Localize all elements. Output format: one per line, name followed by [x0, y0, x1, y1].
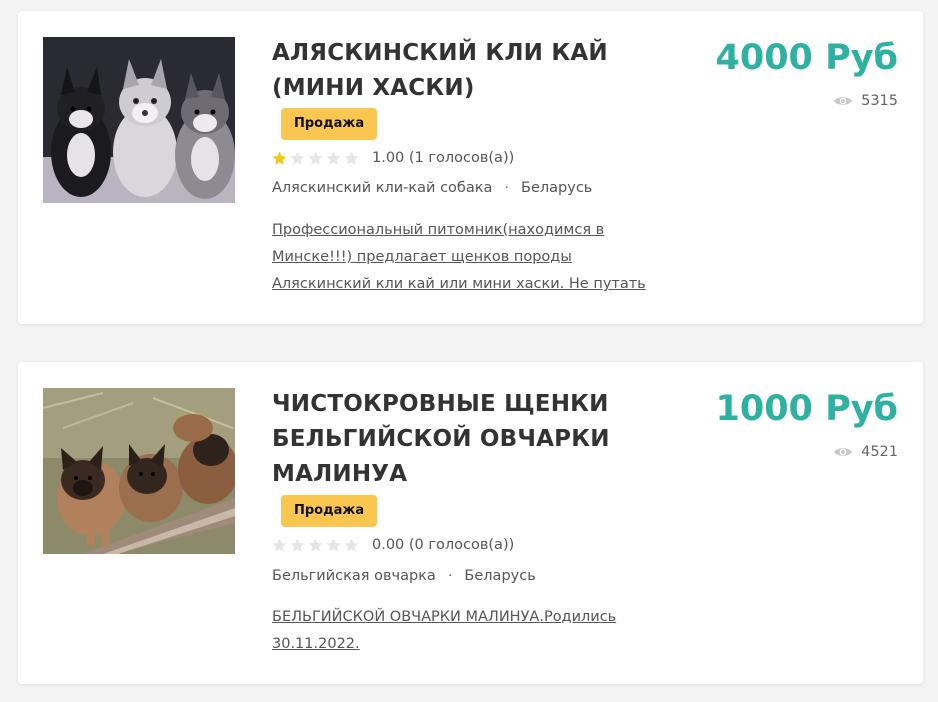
star-rating [272, 538, 359, 553]
rating-text: 0.00 (0 голосов(а)) [372, 537, 515, 553]
star-icon[interactable] [290, 538, 305, 553]
eye-icon [834, 448, 853, 456]
listing-meta: Бельгийская овчарка · Беларусь [272, 568, 536, 584]
star-rating [272, 151, 359, 166]
views-count: 4521 [833, 444, 898, 460]
listing-card: ЧИСТОКРОВНЫЕ ЩЕНКИ БЕЛЬГИЙСКОЙ ОВЧАРКИ М… [18, 362, 923, 684]
country-label: Беларусь [464, 568, 536, 584]
rating-text: 1.00 (1 голосов(а)) [372, 150, 515, 166]
listing-photo[interactable] [43, 37, 235, 203]
star-icon[interactable] [308, 538, 323, 553]
listing-description-link[interactable]: БЕЛЬГИЙСКОЙ ОВЧАРКИ МАЛИНУА.Родились 30.… [272, 604, 672, 658]
star-icon[interactable] [344, 538, 359, 553]
star-icon[interactable] [308, 151, 323, 166]
rating: 0.00 (0 голосов(а)) [272, 535, 514, 555]
listing-description-link[interactable]: Профессиональный питомник(находимся в Ми… [272, 217, 672, 298]
listing-photo[interactable] [43, 388, 235, 554]
rating: 1.00 (1 голосов(а)) [272, 148, 514, 168]
breed-label: Аляскинский кли-кай собака [272, 180, 493, 196]
listing-title[interactable]: АЛЯСКИНСКИЙ КЛИ КАЙ (МИНИ ХАСКИ) [272, 36, 672, 106]
views-number: 5315 [861, 93, 898, 109]
star-icon[interactable] [272, 538, 287, 553]
listing-meta: Аляскинский кли-кай собака · Беларусь [272, 180, 592, 196]
star-icon[interactable] [290, 151, 305, 166]
listing-price: 4000 Руб [715, 38, 898, 78]
views-count: 5315 [833, 93, 898, 109]
star-icon[interactable] [326, 538, 341, 553]
listing-title[interactable]: ЧИСТОКРОВНЫЕ ЩЕНКИ БЕЛЬГИЙСКОЙ ОВЧАРКИ М… [272, 387, 672, 492]
sale-badge[interactable]: Продажа [281, 495, 378, 527]
star-icon[interactable] [326, 151, 341, 166]
listing-card: АЛЯСКИНСКИЙ КЛИ КАЙ (МИНИ ХАСКИ) Продажа… [18, 11, 923, 324]
star-icon[interactable] [272, 151, 287, 166]
sale-badge[interactable]: Продажа [281, 108, 378, 140]
star-icon[interactable] [344, 151, 359, 166]
views-number: 4521 [861, 444, 898, 460]
eye-icon [834, 97, 853, 105]
meta-separator: · [447, 568, 453, 584]
meta-separator: · [504, 180, 510, 196]
listing-price: 1000 Руб [715, 389, 898, 429]
breed-label: Бельгийская овчарка [272, 568, 436, 584]
country-label: Беларусь [521, 180, 593, 196]
